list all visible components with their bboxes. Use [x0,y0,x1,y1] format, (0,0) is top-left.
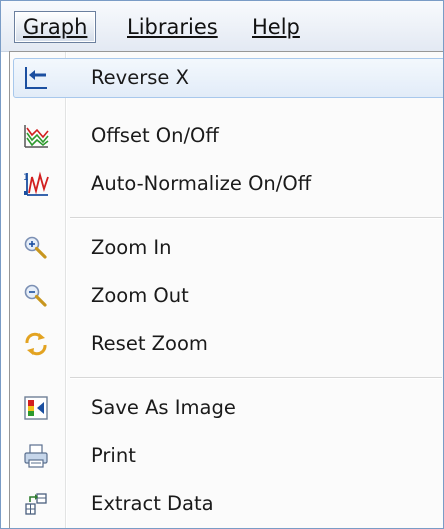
menu-item-label: Offset On/Off [91,124,219,147]
menu-item-auto-normalize[interactable]: 1 Auto-Normalize On/Off [13,164,443,204]
menu-item-label: Print [91,444,136,467]
auto-normalize-icon: 1 [23,171,49,196]
menu-item-save-as-image[interactable]: Save As Image [13,388,443,428]
offset-icon [24,125,49,148]
menu-help[interactable]: Help [244,12,308,42]
menu-item-extract-data[interactable]: Extract Data [13,484,443,524]
menu-libraries[interactable]: Libraries [119,12,226,42]
save-image-icon [24,396,48,420]
menu-item-zoom-in[interactable]: Zoom In [13,228,443,268]
menu-item-reverse-x[interactable]: Reverse X [13,58,443,98]
extract-data-icon [25,493,47,515]
menu-item-zoom-out[interactable]: Zoom Out [13,276,443,316]
application-window: Graph Libraries Help Reverse X Offset On… [0,0,444,529]
svg-text:1: 1 [23,173,29,183]
menu-separator [70,377,442,379]
menu-graph-label: Graph [23,15,88,39]
menu-item-label: Reset Zoom [91,332,208,355]
menu-item-label: Auto-Normalize On/Off [91,172,312,195]
reset-zoom-icon [25,332,47,356]
menu-item-print[interactable]: Print [13,436,443,476]
menu-item-label: Save As Image [91,396,236,419]
menu-item-label: Extract Data [91,492,214,515]
menu-item-label: Zoom Out [91,284,189,307]
menu-item-offset[interactable]: Offset On/Off [13,116,443,156]
menu-separator [70,217,442,219]
menu-bar: Graph Libraries Help [1,1,443,52]
zoom-out-icon [24,284,47,307]
menu-help-label: Help [252,15,300,39]
menu-item-reset-zoom[interactable]: Reset Zoom [13,324,443,364]
graph-dropdown-menu: Reverse X Offset On/Off 1 Auto-Normalize… [9,51,443,528]
menu-item-label: Zoom In [91,236,172,259]
menu-graph[interactable]: Graph [14,11,97,43]
menu-item-label: Reverse X [91,66,189,89]
reverse-x-icon [25,67,47,89]
menu-libraries-label: Libraries [127,15,218,39]
zoom-in-icon [24,236,47,259]
print-icon [24,444,48,468]
